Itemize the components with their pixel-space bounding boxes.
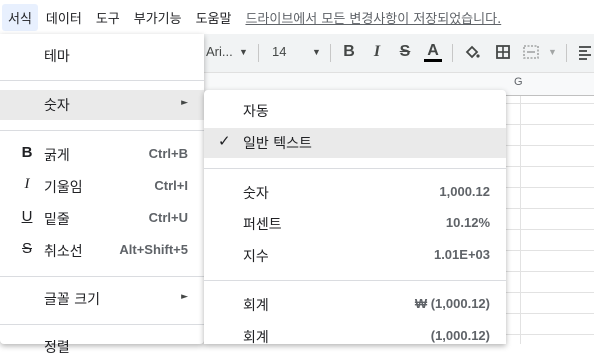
save-status-link[interactable]: 드라이브에서 모든 변경사항이 저장되었습니다. bbox=[245, 8, 501, 27]
font-family-chevron-down-icon[interactable]: ▼ bbox=[239, 47, 248, 57]
font-size-select[interactable]: 14 bbox=[272, 44, 286, 59]
bold-icon: B bbox=[21, 144, 33, 161]
menu-divider bbox=[0, 324, 204, 325]
toolbar-divider bbox=[566, 44, 567, 62]
merge-cells-icon[interactable] bbox=[522, 43, 540, 61]
menu-item-strikethrough[interactable]: S 취소선 Alt+Shift+5 bbox=[0, 236, 204, 266]
menu-item-label: 테마 bbox=[44, 49, 70, 65]
submenu-item-label: 퍼센트 bbox=[243, 217, 282, 233]
submenu-item-label: 회계 bbox=[243, 298, 269, 314]
format-menu: 테마 숫자 ► B 굵게 Ctrl+B I 기울임 Ctrl+I U 밑줄 Ct… bbox=[0, 34, 204, 356]
menu-item-theme[interactable]: 테마 bbox=[0, 41, 204, 71]
menu-item-shortcut: Alt+Shift+5 bbox=[119, 242, 188, 257]
menu-item-label: 글꼴 크기 bbox=[44, 292, 100, 308]
merge-chevron-down-icon[interactable]: ▼ bbox=[548, 47, 557, 57]
format-example: 1,000.12 bbox=[439, 184, 490, 199]
menu-divider bbox=[0, 80, 204, 81]
bold-icon[interactable]: B bbox=[340, 43, 358, 61]
toolbar-divider bbox=[452, 44, 453, 62]
checkmark-icon: ✓ bbox=[218, 132, 231, 150]
text-color-icon[interactable]: A bbox=[424, 42, 442, 62]
menu-help[interactable]: 도움말 bbox=[190, 4, 238, 31]
italic-icon[interactable]: I bbox=[368, 43, 386, 61]
submenu-item-financial[interactable]: 회계 (1,000.12) bbox=[204, 322, 506, 352]
submenu-item-accounting[interactable]: 회계 ₩ (1,000.12) bbox=[204, 290, 506, 320]
toolbar-divider bbox=[330, 44, 331, 62]
format-example: 10.12% bbox=[445, 215, 490, 230]
menu-item-font-size[interactable]: 글꼴 크기 ► bbox=[0, 284, 204, 314]
menu-item-bold[interactable]: B 굵게 Ctrl+B bbox=[0, 140, 204, 170]
format-example: 1.01E+03 bbox=[433, 247, 490, 262]
submenu-item-label: 회계 bbox=[243, 330, 269, 346]
submenu-arrow-icon: ► bbox=[181, 292, 188, 302]
submenu-arrow-icon: ► bbox=[181, 98, 188, 108]
menu-item-shortcut: Ctrl+B bbox=[148, 146, 188, 161]
toolbar-divider bbox=[258, 44, 259, 62]
submenu-item-label: 일반 텍스트 bbox=[243, 136, 312, 152]
format-example: ₩ (1,000.12) bbox=[414, 296, 490, 311]
submenu-item-label: 숫자 bbox=[243, 186, 269, 202]
submenu-item-percent[interactable]: 퍼센트 10.12% bbox=[204, 209, 506, 239]
italic-icon: I bbox=[24, 176, 30, 192]
menu-divider bbox=[0, 276, 204, 277]
menu-item-align[interactable]: 정렬 bbox=[0, 332, 204, 362]
submenu-item-plain-text[interactable]: ✓ 일반 텍스트 bbox=[204, 128, 506, 158]
number-format-submenu: 자동 ✓ 일반 텍스트 숫자 1,000.12 퍼센트 10.12% 지수 1.… bbox=[204, 90, 506, 346]
menubar: 서식 데이터 도구 부가기능 도움말 드라이브에서 모든 변경사항이 저장되었습… bbox=[0, 0, 594, 34]
menu-item-label: 취소선 bbox=[44, 244, 83, 260]
submenu-item-automatic[interactable]: 자동 bbox=[204, 96, 506, 126]
menu-tools[interactable]: 도구 bbox=[90, 4, 126, 31]
underline-icon: U bbox=[21, 208, 33, 225]
menu-item-label: 굵게 bbox=[44, 148, 70, 164]
menu-item-shortcut: Ctrl+I bbox=[154, 178, 188, 193]
fill-color-icon[interactable] bbox=[463, 43, 481, 61]
strikethrough-icon: S bbox=[21, 240, 32, 257]
horizontal-align-icon[interactable] bbox=[576, 43, 594, 61]
submenu-item-label: 지수 bbox=[243, 249, 269, 265]
column-header-g[interactable]: G bbox=[514, 76, 523, 88]
menu-item-label: 정렬 bbox=[44, 340, 70, 356]
submenu-item-label: 자동 bbox=[243, 104, 269, 120]
menu-format[interactable]: 서식 bbox=[2, 3, 38, 31]
menu-item-underline[interactable]: U 밑줄 Ctrl+U bbox=[0, 204, 204, 234]
menu-divider bbox=[204, 280, 506, 281]
menu-item-number[interactable]: 숫자 ► bbox=[0, 90, 204, 120]
strikethrough-icon[interactable]: S bbox=[396, 43, 414, 61]
submenu-item-number[interactable]: 숫자 1,000.12 bbox=[204, 178, 506, 208]
borders-icon[interactable] bbox=[494, 43, 512, 61]
menu-item-label: 밑줄 bbox=[44, 212, 70, 228]
menu-data[interactable]: 데이터 bbox=[40, 4, 88, 31]
submenu-item-scientific[interactable]: 지수 1.01E+03 bbox=[204, 241, 506, 271]
font-size-chevron-down-icon[interactable]: ▼ bbox=[312, 47, 321, 57]
menu-item-shortcut: Ctrl+U bbox=[148, 210, 188, 225]
menu-addons[interactable]: 부가기능 bbox=[128, 4, 188, 31]
font-family-select[interactable]: Ari... bbox=[206, 44, 233, 59]
menu-divider bbox=[204, 168, 506, 169]
format-example: (1,000.12) bbox=[430, 328, 490, 343]
menu-divider bbox=[0, 130, 204, 131]
menu-item-label: 숫자 bbox=[44, 98, 70, 114]
menu-item-label: 기울임 bbox=[44, 180, 83, 196]
menu-item-italic[interactable]: I 기울임 Ctrl+I bbox=[0, 172, 204, 202]
